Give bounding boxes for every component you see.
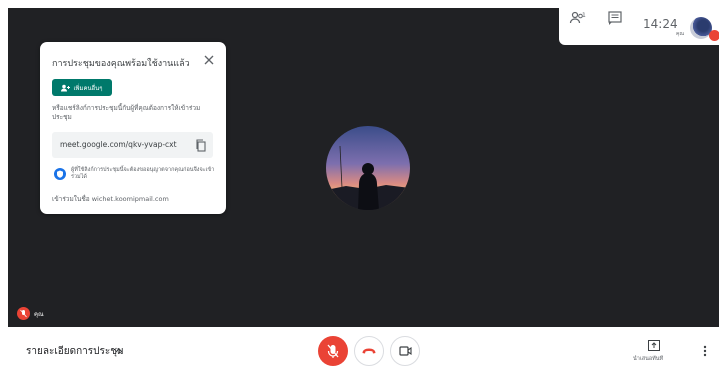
present-icon[interactable] xyxy=(648,340,660,351)
meeting-ready-card: การประชุมของคุณพร้อมใช้งานแล้ว เพิ่มคนอื… xyxy=(40,42,226,214)
meeting-link[interactable]: meet.google.com/qkv-yvap-cxt xyxy=(60,140,177,149)
chat-icon[interactable] xyxy=(607,10,623,26)
self-tile-name: คุณ xyxy=(34,311,44,318)
close-icon[interactable] xyxy=(202,53,216,67)
present-now-button[interactable]: นำเสนอทันที xyxy=(633,355,663,363)
add-person-icon xyxy=(61,84,71,92)
leave-call-button[interactable] xyxy=(354,336,384,366)
share-description: หรือแชร์ลิงก์การประชุมนี้กับผู้ที่คุณต้อ… xyxy=(52,104,201,121)
more-vert-icon[interactable] xyxy=(702,344,708,358)
chevron-up-icon[interactable] xyxy=(113,344,125,356)
call-end-icon xyxy=(362,348,376,354)
host-permission-info: ผู้ที่ใช้ลิงก์การประชุมนี้จะต้องขออนุญาต… xyxy=(71,167,215,180)
add-people-button[interactable]: เพิ่มคนอื่นๆ xyxy=(52,79,112,96)
meeting-details-button[interactable]: รายละเอียดการประชุม xyxy=(26,344,124,359)
add-button-label: เพิ่มคนอื่นๆ xyxy=(73,84,103,92)
joined-as-label: เข้าร่วมในชื่อ wichet.koomipmail.com xyxy=(52,195,169,203)
camera-toggle-button[interactable] xyxy=(390,336,420,366)
self-mini-label: คุณ xyxy=(676,31,684,37)
mic-toggle-button[interactable] xyxy=(318,336,348,366)
notification-dot xyxy=(709,30,719,41)
card-title: การประชุมของคุณพร้อมใช้งานแล้ว xyxy=(52,59,190,69)
mic-off-badge-icon xyxy=(17,307,30,320)
shield-icon xyxy=(54,168,66,180)
participant-avatar xyxy=(326,126,410,210)
copy-icon[interactable] xyxy=(195,139,207,152)
mic-off-icon xyxy=(327,344,339,358)
participants-count: 1 xyxy=(582,12,586,19)
meeting-link-box[interactable]: meet.google.com/qkv-yvap-cxt xyxy=(52,132,213,158)
camera-icon xyxy=(399,346,412,356)
clock-time: 14:24 xyxy=(643,17,678,31)
